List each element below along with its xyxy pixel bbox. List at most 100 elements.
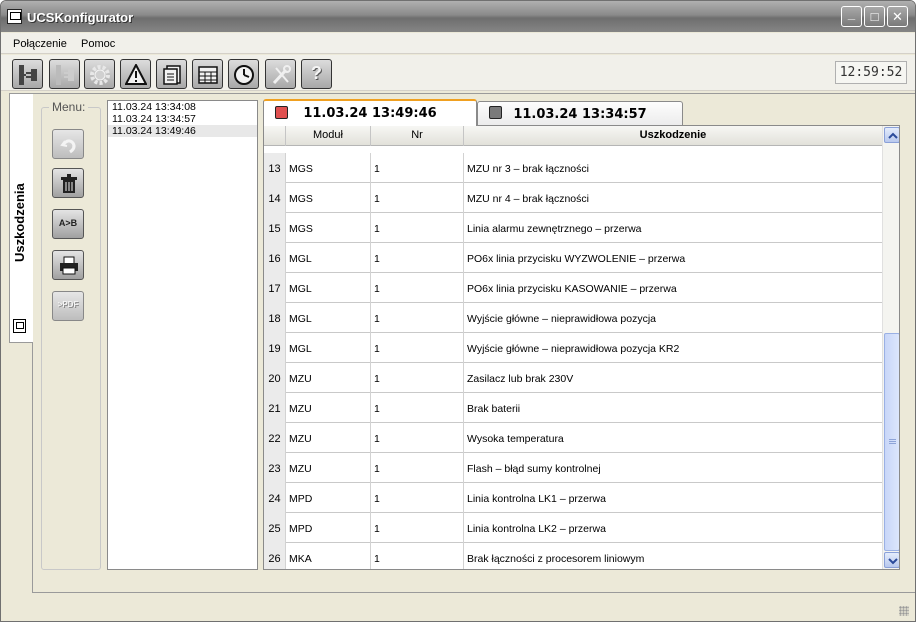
uszkodzenie-cell: Flash – błąd sumy kontrolnej — [467, 463, 601, 475]
table-header: Moduł Nr Uszkodzenie — [264, 126, 882, 146]
menu-polaczenie[interactable]: Połączenie — [13, 38, 67, 50]
row-index-cell: 14 — [264, 183, 286, 213]
row-index-cell: 24 — [264, 483, 286, 513]
modul-cell: MGL — [286, 243, 371, 273]
scroll-up-button[interactable] — [884, 127, 899, 143]
table-row[interactable]: 23 MZU 1 Flash – błąd sumy kontrolnej — [264, 453, 882, 483]
column-header-nr[interactable]: Nr — [371, 126, 464, 146]
chevron-down-icon — [888, 558, 898, 565]
scrollbar-thumb[interactable] — [884, 333, 899, 551]
table-row[interactable]: 16 MGL 1 PO6x linia przycisku WYZWOLENIE – … — [264, 243, 882, 273]
print-button[interactable] — [52, 250, 84, 280]
uszkodzenie-cell: Zasilacz lub brak 230V — [467, 373, 574, 385]
nr-cell: 1 — [371, 483, 464, 513]
side-tab-uszkodzenia[interactable]: Uszkodzenia — [9, 93, 33, 343]
undo-icon — [60, 139, 76, 154]
events-button[interactable] — [156, 59, 187, 89]
compare-button[interactable]: A>B — [52, 209, 84, 239]
close-button[interactable]: ✕ — [887, 6, 908, 27]
row-index-cell: 19 — [264, 333, 286, 363]
nr-cell: 1 — [371, 423, 464, 453]
table-row[interactable]: 26 MKA 1 Brak łączności z procesorem liniow… — [264, 543, 882, 569]
app-icon — [7, 9, 22, 24]
modul-cell: MPD — [286, 483, 371, 513]
table-row[interactable]: 20 MZU 1 Zasilacz lub brak 230V — [264, 363, 882, 393]
pdf-button[interactable]: >PDF — [52, 291, 84, 321]
row-index-cell: 13 — [264, 153, 286, 183]
settings-gear-icon — [90, 65, 110, 85]
scrollbar-grip — [889, 439, 896, 445]
nr-cell: 1 — [371, 243, 464, 273]
table-row[interactable]: 19 MGL 1 Wyjście główne – nieprawidłowa poz… — [264, 333, 882, 363]
clock-button[interactable] — [228, 59, 259, 89]
row-index-cell: 18 — [264, 303, 286, 333]
undo-button[interactable] — [52, 129, 84, 159]
table-button[interactable] — [192, 59, 223, 89]
side-tab-icon — [13, 319, 26, 333]
modul-cell: MZU — [286, 423, 371, 453]
tab-report-1[interactable]: 11.03.24 13:49:46 — [263, 99, 477, 126]
resize-grip-icon[interactable] — [899, 606, 909, 616]
tools-button[interactable] — [265, 59, 296, 89]
uszkodzenie-cell: Linia kontrolna LK1 – przerwa — [467, 493, 606, 505]
delete-button[interactable] — [52, 168, 84, 198]
date-list-item-selected[interactable]: 11.03.24 13:49:46 — [108, 125, 257, 137]
row-index-cell: 25 — [264, 513, 286, 543]
tab-report-1-label: 11.03.24 13:49:46 — [303, 106, 437, 121]
table-row[interactable]: 24 MPD 1 Linia kontrolna LK1 – przerwa — [264, 483, 882, 513]
minimize-icon: _ — [847, 6, 856, 21]
alarms-button[interactable] — [120, 59, 151, 89]
nr-cell: 1 — [371, 453, 464, 483]
nr-cell: 1 — [371, 393, 464, 423]
nr-cell: 1 — [371, 213, 464, 243]
uszkodzenie-cell: MZU nr 3 – brak łączności — [467, 163, 589, 175]
settings-button[interactable] — [84, 59, 115, 89]
menu-pomoc[interactable]: Pomoc — [81, 38, 115, 50]
date-list-item[interactable]: 11.03.24 13:34:57 — [108, 113, 257, 125]
table-row[interactable]: 17 MGL 1 PO6x linia przycisku KASOWANIE – p… — [264, 273, 882, 303]
table-row[interactable]: 25 MPD 1 Linia kontrolna LK2 – przerwa — [264, 513, 882, 543]
row-index-cell: 20 — [264, 363, 286, 393]
uszkodzenie-cell: Brak łączności z procesorem liniowym — [467, 553, 645, 565]
table-row[interactable]: 13 MGS 1 MZU nr 3 – brak łączności — [264, 153, 882, 183]
chevron-up-icon — [888, 132, 898, 139]
column-header-uszkodzenie[interactable]: Uszkodzenie — [464, 126, 882, 146]
nr-cell: 1 — [371, 543, 464, 569]
table-row[interactable]: 21 MZU 1 Brak baterii — [264, 393, 882, 423]
vertical-scrollbar[interactable] — [882, 126, 899, 569]
help-button[interactable]: ? — [301, 59, 332, 89]
side-tab-label: Uszkodzenia — [12, 183, 27, 262]
disconnect-button[interactable] — [49, 59, 80, 89]
table-row[interactable]: 18 MGL 1 Wyjście główne – nieprawidłowa poz… — [264, 303, 882, 333]
nr-cell: 1 — [371, 513, 464, 543]
clock-display: 12:59:52 — [835, 61, 907, 84]
date-list[interactable]: 11.03.24 13:34:08 11.03.24 13:34:57 11.0… — [107, 100, 258, 570]
modul-cell: MGL — [286, 303, 371, 333]
column-header-modul[interactable]: Moduł — [286, 126, 371, 146]
table-row[interactable]: 15 MGS 1 Linia alarmu zewnętrznego – przerw… — [264, 213, 882, 243]
row-index-cell: 16 — [264, 243, 286, 273]
close-icon: ✕ — [892, 9, 903, 24]
faults-table: Moduł Nr Uszkodzenie 13 MGS 1 MZU nr 3 – br… — [263, 125, 900, 570]
date-list-item[interactable]: 11.03.24 13:34:08 — [108, 101, 257, 113]
modul-cell: MGS — [286, 213, 371, 243]
scroll-down-button[interactable] — [884, 552, 899, 568]
tools-icon — [272, 65, 291, 85]
maximize-button[interactable]: □ — [864, 6, 885, 27]
app-window: UCSKonfigurator _ □ ✕ Połączenie Pomoc ?… — [0, 0, 916, 622]
status-bar — [1, 599, 915, 621]
table-row[interactable]: 14 MGS 1 MZU nr 4 – brak łączności — [264, 183, 882, 213]
title-bar[interactable]: UCSKonfigurator _ □ ✕ — [1, 1, 915, 32]
modul-cell: MZU — [286, 363, 371, 393]
connect-button[interactable] — [12, 59, 43, 89]
pdf-icon: >PDF — [57, 300, 79, 309]
connect-plug-icon — [19, 65, 37, 85]
minimize-button[interactable]: _ — [841, 6, 862, 27]
nr-cell: 1 — [371, 303, 464, 333]
modul-cell: MGS — [286, 183, 371, 213]
nr-cell: 1 — [371, 183, 464, 213]
tab-report-2[interactable]: 11.03.24 13:34:57 — [477, 101, 683, 125]
table-row[interactable]: 22 MZU 1 Wysoka temperatura — [264, 423, 882, 453]
uszkodzenie-cell: Wysoka temperatura — [467, 433, 564, 445]
window-title: UCSKonfigurator — [27, 10, 134, 25]
